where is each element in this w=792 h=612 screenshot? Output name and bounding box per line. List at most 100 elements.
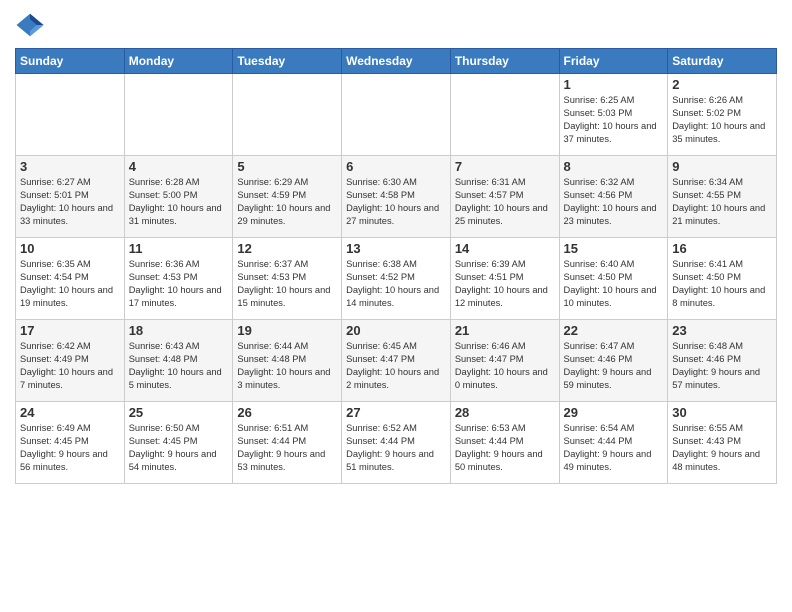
day-cell — [124, 74, 233, 156]
calendar-table: SundayMondayTuesdayWednesdayThursdayFrid… — [15, 48, 777, 484]
day-number: 17 — [20, 323, 120, 338]
day-number: 22 — [564, 323, 664, 338]
day-number: 6 — [346, 159, 446, 174]
day-cell: 10 Sunrise: 6:35 AM Sunset: 4:54 PM Dayli… — [16, 238, 125, 320]
day-header-monday: Monday — [124, 49, 233, 74]
day-number: 25 — [129, 405, 229, 420]
day-info: Sunrise: 6:52 AM Sunset: 4:44 PM Dayligh… — [346, 422, 446, 474]
day-cell: 22 Sunrise: 6:47 AM Sunset: 4:46 PM Dayli… — [559, 320, 668, 402]
day-header-friday: Friday — [559, 49, 668, 74]
day-info: Sunrise: 6:27 AM Sunset: 5:01 PM Dayligh… — [20, 176, 120, 228]
day-info: Sunrise: 6:26 AM Sunset: 5:02 PM Dayligh… — [672, 94, 772, 146]
day-info: Sunrise: 6:41 AM Sunset: 4:50 PM Dayligh… — [672, 258, 772, 310]
day-cell: 7 Sunrise: 6:31 AM Sunset: 4:57 PM Daylig… — [450, 156, 559, 238]
day-number: 10 — [20, 241, 120, 256]
day-info: Sunrise: 6:39 AM Sunset: 4:51 PM Dayligh… — [455, 258, 555, 310]
day-number: 19 — [237, 323, 337, 338]
day-number: 8 — [564, 159, 664, 174]
day-cell: 14 Sunrise: 6:39 AM Sunset: 4:51 PM Dayli… — [450, 238, 559, 320]
day-info: Sunrise: 6:30 AM Sunset: 4:58 PM Dayligh… — [346, 176, 446, 228]
week-row-4: 24Sunrise: 6:49 AM Sunset: 4:45 PM Dayli… — [16, 402, 777, 484]
day-number: 7 — [455, 159, 555, 174]
day-info: Sunrise: 6:51 AM Sunset: 4:44 PM Dayligh… — [237, 422, 337, 474]
day-cell: 4 Sunrise: 6:28 AM Sunset: 5:00 PM Daylig… — [124, 156, 233, 238]
day-info: Sunrise: 6:53 AM Sunset: 4:44 PM Dayligh… — [455, 422, 555, 474]
week-row-2: 10 Sunrise: 6:35 AM Sunset: 4:54 PM Dayli… — [16, 238, 777, 320]
day-cell: 24Sunrise: 6:49 AM Sunset: 4:45 PM Dayli… — [16, 402, 125, 484]
day-number: 12 — [237, 241, 337, 256]
day-number: 23 — [672, 323, 772, 338]
day-info: Sunrise: 6:29 AM Sunset: 4:59 PM Dayligh… — [237, 176, 337, 228]
day-info: Sunrise: 6:42 AM Sunset: 4:49 PM Dayligh… — [20, 340, 120, 392]
day-number: 24 — [20, 405, 120, 420]
day-cell: 16 Sunrise: 6:41 AM Sunset: 4:50 PM Dayli… — [668, 238, 777, 320]
day-number: 29 — [564, 405, 664, 420]
day-number: 4 — [129, 159, 229, 174]
day-info: Sunrise: 6:45 AM Sunset: 4:47 PM Dayligh… — [346, 340, 446, 392]
day-cell: 23Sunrise: 6:48 AM Sunset: 4:46 PM Dayli… — [668, 320, 777, 402]
day-info: Sunrise: 6:43 AM Sunset: 4:48 PM Dayligh… — [129, 340, 229, 392]
day-number: 14 — [455, 241, 555, 256]
day-number: 15 — [564, 241, 664, 256]
day-cell: 12 Sunrise: 6:37 AM Sunset: 4:53 PM Dayli… — [233, 238, 342, 320]
day-info: Sunrise: 6:35 AM Sunset: 4:54 PM Dayligh… — [20, 258, 120, 310]
day-number: 20 — [346, 323, 446, 338]
week-row-0: 1Sunrise: 6:25 AM Sunset: 5:03 PM Daylig… — [16, 74, 777, 156]
day-info: Sunrise: 6:50 AM Sunset: 4:45 PM Dayligh… — [129, 422, 229, 474]
day-info: Sunrise: 6:47 AM Sunset: 4:46 PM Dayligh… — [564, 340, 664, 392]
day-cell — [450, 74, 559, 156]
day-cell: 18 Sunrise: 6:43 AM Sunset: 4:48 PM Dayli… — [124, 320, 233, 402]
day-cell: 25 Sunrise: 6:50 AM Sunset: 4:45 PM Dayli… — [124, 402, 233, 484]
day-cell: 8 Sunrise: 6:32 AM Sunset: 4:56 PM Daylig… — [559, 156, 668, 238]
day-info: Sunrise: 6:40 AM Sunset: 4:50 PM Dayligh… — [564, 258, 664, 310]
day-number: 21 — [455, 323, 555, 338]
week-row-3: 17 Sunrise: 6:42 AM Sunset: 4:49 PM Dayli… — [16, 320, 777, 402]
day-cell — [16, 74, 125, 156]
day-cell: 2 Sunrise: 6:26 AM Sunset: 5:02 PM Daylig… — [668, 74, 777, 156]
day-info: Sunrise: 6:54 AM Sunset: 4:44 PM Dayligh… — [564, 422, 664, 474]
day-info: Sunrise: 6:44 AM Sunset: 4:48 PM Dayligh… — [237, 340, 337, 392]
day-number: 27 — [346, 405, 446, 420]
day-number: 18 — [129, 323, 229, 338]
day-cell: 28 Sunrise: 6:53 AM Sunset: 4:44 PM Dayli… — [450, 402, 559, 484]
day-cell: 17 Sunrise: 6:42 AM Sunset: 4:49 PM Dayli… — [16, 320, 125, 402]
day-cell: 5 Sunrise: 6:29 AM Sunset: 4:59 PM Daylig… — [233, 156, 342, 238]
day-info: Sunrise: 6:31 AM Sunset: 4:57 PM Dayligh… — [455, 176, 555, 228]
day-header-wednesday: Wednesday — [342, 49, 451, 74]
main-container: SundayMondayTuesdayWednesdayThursdayFrid… — [0, 0, 792, 489]
day-cell: 30 Sunrise: 6:55 AM Sunset: 4:43 PM Dayli… — [668, 402, 777, 484]
day-number: 26 — [237, 405, 337, 420]
day-cell: 27 Sunrise: 6:52 AM Sunset: 4:44 PM Dayli… — [342, 402, 451, 484]
day-header-saturday: Saturday — [668, 49, 777, 74]
day-header-sunday: Sunday — [16, 49, 125, 74]
day-cell: 3 Sunrise: 6:27 AM Sunset: 5:01 PM Daylig… — [16, 156, 125, 238]
day-number: 3 — [20, 159, 120, 174]
day-info: Sunrise: 6:46 AM Sunset: 4:47 PM Dayligh… — [455, 340, 555, 392]
day-number: 30 — [672, 405, 772, 420]
day-cell: 29 Sunrise: 6:54 AM Sunset: 4:44 PM Dayli… — [559, 402, 668, 484]
day-cell: 13Sunrise: 6:38 AM Sunset: 4:52 PM Dayli… — [342, 238, 451, 320]
day-header-tuesday: Tuesday — [233, 49, 342, 74]
day-number: 16 — [672, 241, 772, 256]
day-cell: 6 Sunrise: 6:30 AM Sunset: 4:58 PM Daylig… — [342, 156, 451, 238]
day-cell: 19 Sunrise: 6:44 AM Sunset: 4:48 PM Dayli… — [233, 320, 342, 402]
day-cell — [233, 74, 342, 156]
day-number: 5 — [237, 159, 337, 174]
day-info: Sunrise: 6:32 AM Sunset: 4:56 PM Dayligh… — [564, 176, 664, 228]
day-number: 11 — [129, 241, 229, 256]
day-number: 2 — [672, 77, 772, 92]
day-number: 13 — [346, 241, 446, 256]
day-info: Sunrise: 6:55 AM Sunset: 4:43 PM Dayligh… — [672, 422, 772, 474]
logo-icon — [15, 10, 45, 40]
day-number: 28 — [455, 405, 555, 420]
day-cell: 9Sunrise: 6:34 AM Sunset: 4:55 PM Daylig… — [668, 156, 777, 238]
day-cell: 15 Sunrise: 6:40 AM Sunset: 4:50 PM Dayli… — [559, 238, 668, 320]
day-cell: 26 Sunrise: 6:51 AM Sunset: 4:44 PM Dayli… — [233, 402, 342, 484]
day-info: Sunrise: 6:28 AM Sunset: 5:00 PM Dayligh… — [129, 176, 229, 228]
day-info: Sunrise: 6:37 AM Sunset: 4:53 PM Dayligh… — [237, 258, 337, 310]
day-info: Sunrise: 6:36 AM Sunset: 4:53 PM Dayligh… — [129, 258, 229, 310]
day-number: 1 — [564, 77, 664, 92]
week-row-1: 3 Sunrise: 6:27 AM Sunset: 5:01 PM Daylig… — [16, 156, 777, 238]
day-cell: 20 Sunrise: 6:45 AM Sunset: 4:47 PM Dayli… — [342, 320, 451, 402]
logo — [15, 10, 49, 40]
